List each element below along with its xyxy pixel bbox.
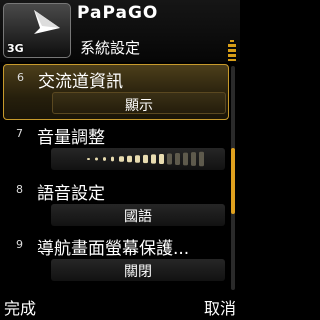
volume-bar-filled [135, 155, 140, 163]
volume-bar-filled [119, 156, 124, 162]
volume-bar-empty [167, 153, 172, 165]
item-value: 國語 [124, 209, 152, 225]
scrollbar-thumb[interactable] [231, 148, 235, 214]
header: 3G PaPaGO 系統設定 [0, 0, 240, 62]
scrollbar[interactable] [231, 66, 235, 290]
volume-bar-empty [199, 151, 204, 167]
softkey-bar: 完成 取消 [0, 292, 240, 320]
item-number: 6 [17, 71, 24, 84]
volume-bar-filled [151, 154, 156, 164]
setting-item-interchange-info[interactable]: 6 交流道資訊 顯示 [3, 64, 229, 120]
item-number: 8 [16, 183, 23, 196]
volume-bar-empty [191, 152, 196, 166]
volume-slider[interactable] [51, 148, 225, 170]
setting-item-volume[interactable]: 7 音量調整 [3, 121, 229, 177]
page-subtitle: 系統設定 [80, 39, 141, 57]
value-selector[interactable]: 顯示 [52, 92, 226, 114]
value-selector[interactable]: 關閉 [51, 259, 225, 281]
cancel-softkey[interactable]: 取消 [204, 295, 236, 319]
volume-bar-filled [87, 158, 90, 160]
item-label: 導航畫面螢幕保護... [37, 239, 190, 259]
papago-app-icon: 3G [3, 3, 71, 58]
item-number: 9 [16, 238, 23, 251]
volume-bar-filled [159, 153, 164, 165]
setting-item-voice[interactable]: 8 語音設定 國語 [3, 177, 229, 233]
item-label: 交流道資訊 [38, 72, 123, 92]
item-number: 7 [16, 127, 23, 140]
value-selector[interactable]: 國語 [51, 204, 225, 226]
app-title: PaPaGO [77, 3, 159, 23]
item-value: 顯示 [125, 98, 153, 114]
volume-level-bars [87, 151, 204, 167]
volume-bar-filled [111, 156, 114, 162]
item-label: 語音設定 [37, 184, 105, 204]
signal-indicator-3g: 3G [7, 42, 24, 55]
item-value: 關閉 [124, 264, 152, 280]
done-softkey[interactable]: 完成 [4, 295, 36, 319]
volume-bar-filled [95, 157, 98, 161]
volume-bar-filled [103, 157, 106, 161]
volume-bar-empty [175, 153, 180, 165]
settings-list: 6 交流道資訊 顯示 7 音量調整 8 語音設定 國語 9 導航畫面螢幕保護..… [0, 62, 240, 292]
item-label: 音量調整 [37, 128, 105, 148]
setting-item-screensaver[interactable]: 9 導航畫面螢幕保護... 關閉 [3, 232, 229, 288]
volume-bar-empty [183, 152, 188, 166]
volume-bar-filled [143, 154, 148, 164]
volume-bar-filled [127, 155, 132, 163]
